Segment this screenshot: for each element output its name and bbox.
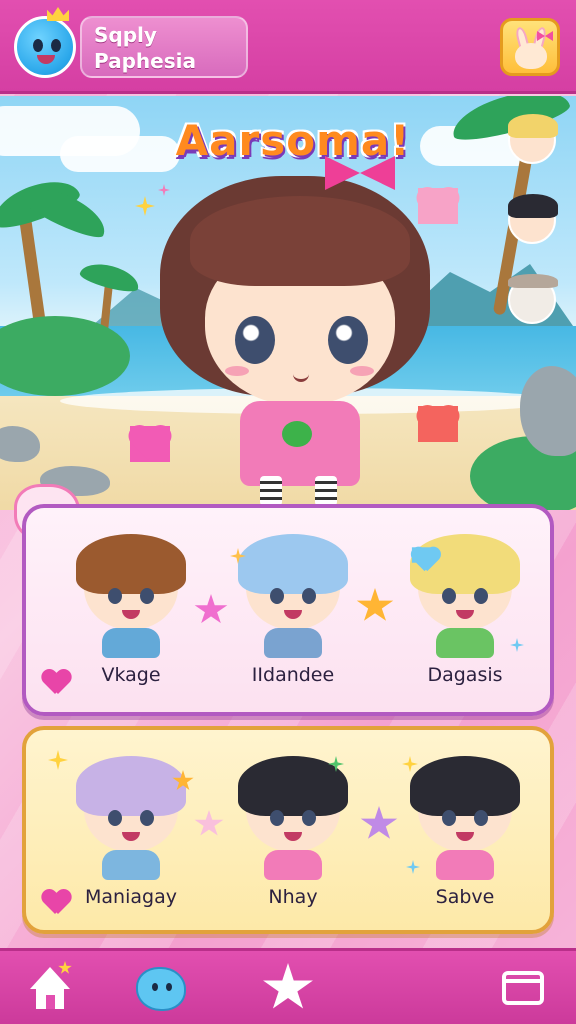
character-name: Sabve (435, 886, 495, 908)
heart-icon[interactable] (42, 670, 70, 696)
character-slot[interactable]: Sabve (390, 750, 540, 920)
bunny-face-icon (515, 43, 547, 69)
cloud-friend-icon[interactable] (134, 961, 190, 1017)
top-bar: Sqply Paphesia (0, 0, 576, 94)
user-name-line1: Sqply (94, 23, 157, 47)
profile-avatar[interactable] (14, 7, 76, 78)
window-icon[interactable] (496, 961, 552, 1017)
user-name-line2: Paphesia (94, 49, 196, 73)
character-name: Maniagay (85, 886, 177, 908)
character-name: Dagasis (427, 664, 503, 686)
heart-icon (411, 547, 431, 563)
character-name: Vkage (101, 664, 161, 686)
bunny-menu-button[interactable] (500, 18, 560, 76)
side-avatar-bunny[interactable] (508, 274, 558, 324)
character-card-row-2: Maniagay Nhay Sabve (22, 726, 554, 934)
bottom-navigation (0, 948, 576, 1024)
character-name: Nhay (268, 886, 318, 908)
heart-icon (418, 406, 458, 442)
heart-icon (418, 188, 458, 224)
character-name: IIdandee (251, 664, 335, 686)
side-avatar-blonde[interactable] (508, 114, 558, 164)
heart-icon (130, 426, 170, 462)
green-orb-icon (282, 421, 312, 447)
character-slot[interactable]: Nhay (218, 750, 368, 920)
heart-icon[interactable] (42, 890, 70, 916)
side-avatar-dark-hair[interactable] (508, 194, 558, 244)
home-icon[interactable] (24, 961, 80, 1017)
star-icon[interactable] (260, 961, 316, 1017)
character-slot[interactable]: IIdandee (218, 528, 368, 698)
character-slot[interactable]: Vkage (56, 528, 206, 698)
character-card-row-1: Vkage IIdandee Dagasis (22, 504, 554, 716)
beach-scene: Aarsoma! (0, 96, 576, 510)
crown-icon (47, 7, 69, 21)
main-character[interactable] (150, 156, 450, 506)
user-name-box[interactable]: Sqply Paphesia (80, 16, 248, 78)
